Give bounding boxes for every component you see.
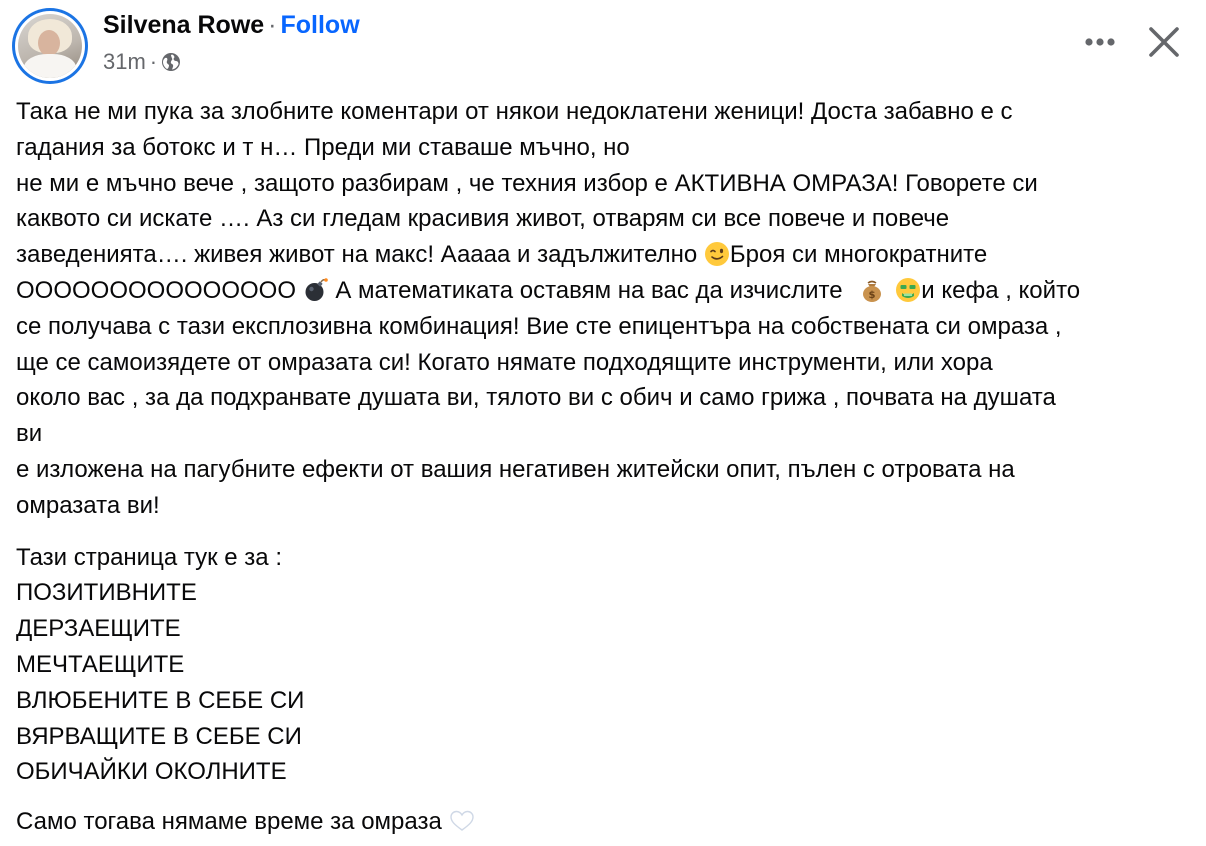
post-body: Така не ми пука за злобните коментари от… bbox=[16, 94, 1196, 840]
text-line: гадания за ботокс и т н… Преди ми ставаш… bbox=[16, 133, 630, 161]
close-icon[interactable] bbox=[1142, 20, 1186, 64]
author-name[interactable]: Silvena Rowe bbox=[103, 11, 264, 39]
list-item: ВЯРВАЩИТЕ В СЕБЕ СИ bbox=[16, 722, 302, 750]
text-line: е изложена на пагубните ефекти от вашия … bbox=[16, 455, 1015, 483]
follow-button[interactable]: Follow bbox=[281, 11, 360, 39]
name-separator: · bbox=[268, 11, 277, 39]
text-segment: заведенията…. живея живот на макс! Ааааа… bbox=[16, 241, 704, 269]
paragraph-2: Тази страница тук е за : ПОЗИТИВНИТЕ ДЕР… bbox=[16, 540, 1196, 791]
text-line: ООООООООООООООО А математиката оставям н… bbox=[16, 273, 1196, 309]
text-segment: А математиката оставям на вас да изчисли… bbox=[328, 276, 850, 304]
author-avatar[interactable] bbox=[12, 8, 88, 84]
avatar-ring bbox=[15, 11, 85, 81]
avatar-body bbox=[24, 54, 76, 78]
paragraph-1: Така не ми пука за злобните коментари от… bbox=[16, 94, 1196, 524]
list-item: ВЛЮБЕНИТЕ В СЕБЕ СИ bbox=[16, 686, 305, 714]
svg-text:$: $ bbox=[869, 290, 876, 301]
meta-separator: · bbox=[149, 49, 158, 74]
text-line: не ми е мъчно вече , защото разбирам , ч… bbox=[16, 169, 1038, 197]
post-meta: 31m · bbox=[103, 48, 181, 76]
text-line: Само тогава нямаме време за омраза bbox=[16, 804, 1196, 840]
text-segment: Само тогава нямаме време за омраза bbox=[16, 808, 449, 836]
text-line: омразата ви! bbox=[16, 491, 160, 519]
post-header: Silvena Rowe · Follow 31m · bbox=[0, 0, 1206, 90]
list-item: МЕЧТАЕЩИТЕ bbox=[16, 650, 185, 678]
list-intro: Тази страница тук е за : bbox=[16, 543, 282, 571]
post-timestamp[interactable]: 31m bbox=[103, 48, 146, 76]
text-line: каквото си искате …. Аз си гледам красив… bbox=[16, 205, 950, 233]
text-line: се получава с тази експлозивна комбинаци… bbox=[16, 312, 1062, 340]
more-options-icon[interactable] bbox=[1076, 22, 1124, 62]
bomb-emoji bbox=[305, 278, 328, 301]
globe-icon[interactable] bbox=[161, 52, 181, 72]
text-line: Така не ми пука за злобните коментари от… bbox=[16, 98, 1013, 125]
list-item: ПОЗИТИВНИТЕ bbox=[16, 579, 197, 607]
text-line: около вас , за да подхранвате душата ви,… bbox=[16, 384, 1056, 412]
text-line: ще се самоизядете от омразата си! Когато… bbox=[16, 348, 993, 376]
text-segment: и кефа , който bbox=[921, 276, 1081, 304]
text-segment: Броя си многократните bbox=[729, 241, 988, 269]
list-item: ОБИЧАЙКИ ОКОЛНИТЕ bbox=[16, 758, 287, 786]
avatar-photo bbox=[18, 14, 82, 78]
text-line: заведенията…. живея живот на макс! Ааааа… bbox=[16, 237, 1196, 273]
money-bag-emoji: $ bbox=[863, 280, 882, 302]
avatar-face bbox=[38, 30, 60, 56]
white-heart-emoji bbox=[449, 810, 474, 832]
list-item: ДЕРЗАЕЩИТЕ bbox=[16, 615, 181, 643]
author-name-row: Silvena Rowe · Follow bbox=[103, 10, 360, 40]
money-mouth-face-emoji bbox=[896, 277, 921, 302]
winking-face-emoji bbox=[704, 242, 729, 267]
text-segment: ООООООООООООООО bbox=[16, 276, 303, 304]
paragraph-3: Само тогава нямаме време за омраза bbox=[16, 804, 1196, 840]
text-line: ви bbox=[16, 420, 43, 448]
